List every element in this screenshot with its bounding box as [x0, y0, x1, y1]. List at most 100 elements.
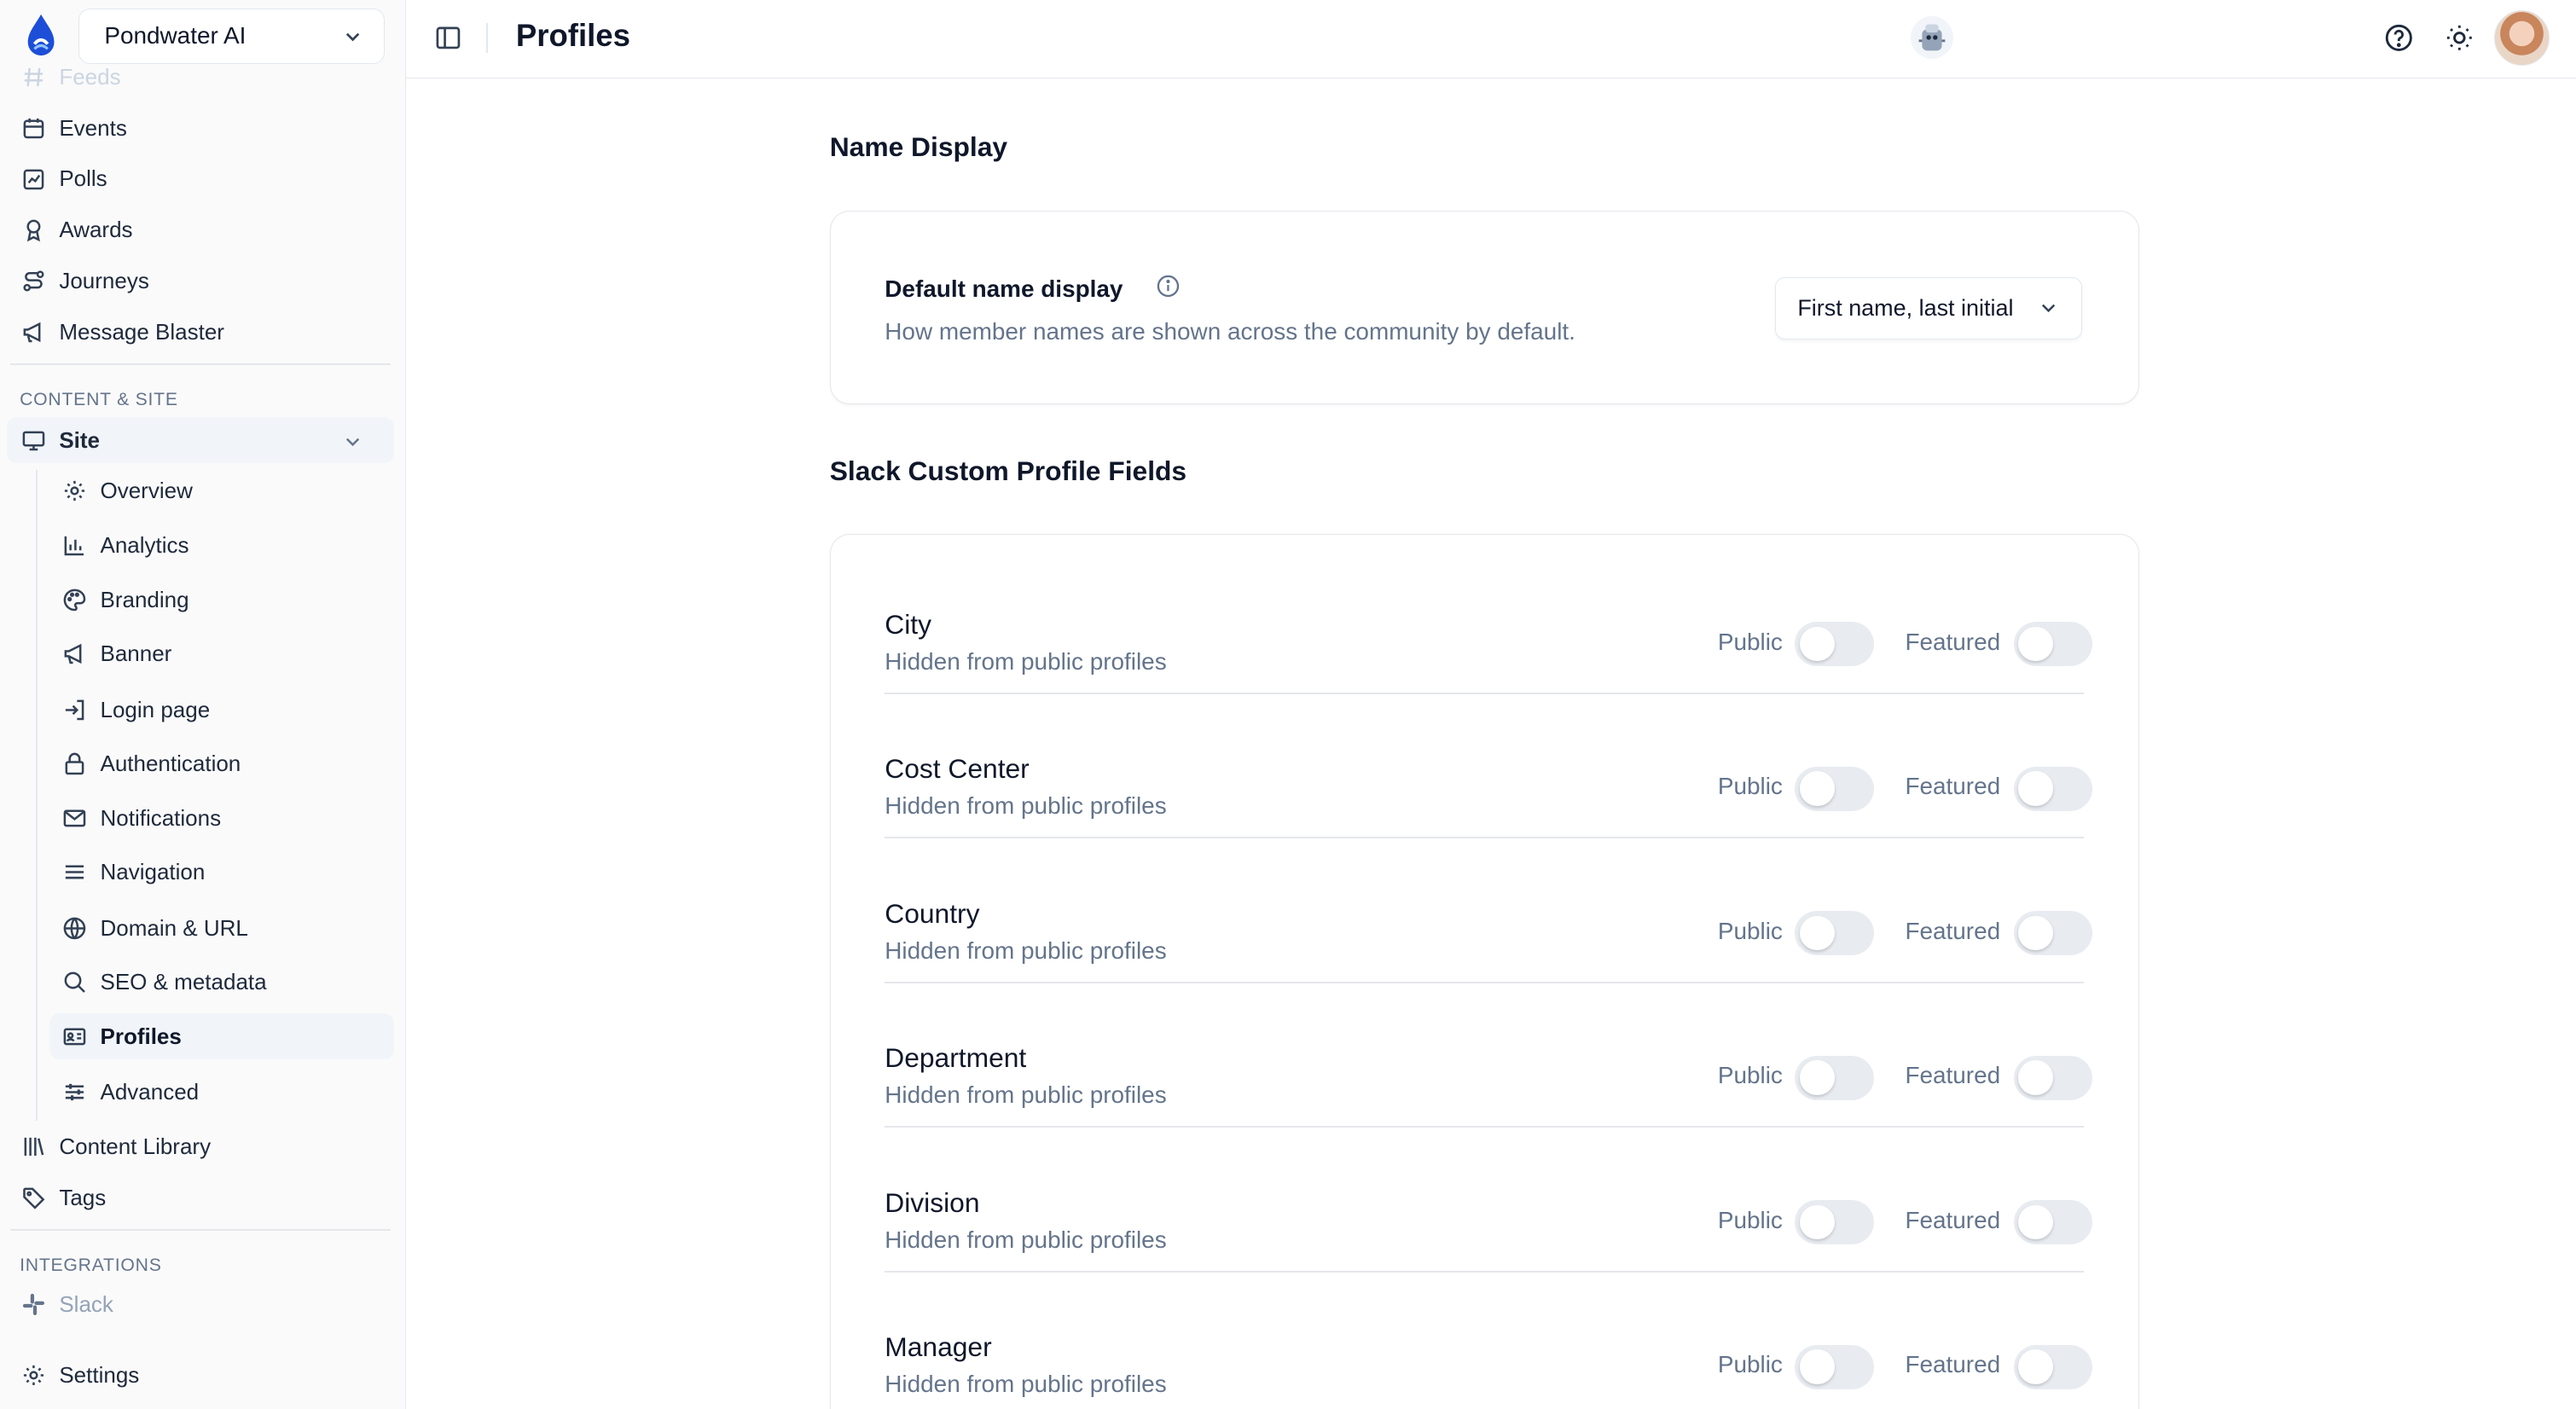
tag-icon	[21, 1186, 46, 1210]
sidebar-item-settings[interactable]: Settings	[7, 1352, 395, 1398]
sidebar-divider	[9, 362, 392, 365]
chevron-down-icon	[2039, 298, 2058, 317]
sidebar-subitem-profiles[interactable]: Profiles	[49, 1013, 395, 1060]
palette-icon	[62, 588, 87, 612]
slack-profile-fields-card: City Hidden from public profiles Public …	[829, 534, 2139, 1409]
public-label: Public	[1717, 1351, 1783, 1378]
sidebar-item-site[interactable]: Site	[6, 417, 395, 464]
sidebar-divider	[9, 1228, 392, 1231]
featured-label: Featured	[1905, 917, 2001, 944]
workspace-name: Pondwater AI	[104, 22, 247, 49]
public-toggle[interactable]	[1795, 1344, 1874, 1389]
field-description: Hidden from public profiles	[885, 936, 1167, 964]
sidebar-item-label: Message Blaster	[59, 318, 224, 345]
chevron-down-icon[interactable]	[340, 429, 365, 454]
featured-label: Featured	[1905, 1351, 2001, 1378]
public-toggle[interactable]	[1795, 622, 1874, 667]
section-title-name-display: Name Display	[829, 131, 1008, 163]
sidebar-item-tags[interactable]: Tags	[7, 1174, 395, 1221]
featured-toggle[interactable]	[2013, 622, 2093, 667]
field-name: Department	[885, 1042, 1027, 1074]
library-icon	[21, 1134, 46, 1159]
section-label-content-site: CONTENT & SITE	[20, 389, 178, 409]
name-display-card: Default name display How member names ar…	[829, 210, 2139, 404]
sidebar-subitem-notifications[interactable]: Notifications	[49, 795, 395, 841]
chevron-down-icon	[343, 26, 363, 46]
public-toggle[interactable]	[1795, 911, 1874, 956]
pondwater-logo-icon[interactable]	[21, 13, 61, 59]
public-toggle[interactable]	[1795, 1200, 1874, 1245]
sidebar-item-label: Banner	[100, 641, 172, 667]
sidebar-item-label: Feeds	[59, 64, 121, 90]
search-icon	[62, 970, 87, 994]
header-divider	[486, 22, 489, 53]
poll-icon	[21, 167, 46, 192]
field-description: Hidden from public profiles	[885, 1371, 1167, 1398]
sidebar-item-label: Awards	[59, 217, 133, 243]
featured-toggle[interactable]	[2013, 1344, 2093, 1389]
default-name-display-description: How member names are shown across the co…	[885, 317, 1575, 345]
sidebar-item-label: Authentication	[100, 751, 241, 777]
lock-icon	[62, 751, 87, 776]
profile-field-row: City Hidden from public profiles Public …	[885, 549, 2093, 694]
sidebar-subitem-analytics[interactable]: Analytics	[49, 523, 395, 569]
sidebar-item-label: Navigation	[100, 859, 206, 885]
sidebar-subitem-navigation[interactable]: Navigation	[49, 849, 395, 896]
route-icon	[21, 269, 46, 293]
sidebar-subitem-overview[interactable]: Overview	[49, 468, 395, 514]
sidebar-item-polls[interactable]: Polls	[7, 156, 395, 202]
info-icon[interactable]	[1156, 274, 1181, 299]
field-description: Hidden from public profiles	[885, 647, 1167, 675]
sidebar-subitem-authentication[interactable]: Authentication	[49, 741, 395, 787]
public-label: Public	[1717, 1206, 1783, 1233]
sidebar-item-label: Domain & URL	[100, 914, 248, 941]
page-title: Profiles	[515, 18, 630, 54]
section-label-integrations: INTEGRATIONS	[20, 1255, 162, 1275]
sidebar: Pondwater AI Feeds Events Polls Awards J…	[0, 0, 406, 1409]
sidebar-item-label: Tags	[59, 1184, 107, 1210]
public-toggle[interactable]	[1795, 1055, 1874, 1100]
featured-toggle[interactable]	[2013, 911, 2093, 956]
field-description: Hidden from public profiles	[885, 1081, 1167, 1109]
megaphone-icon	[62, 641, 87, 666]
section-title-slack-fields: Slack Custom Profile Fields	[829, 455, 1187, 486]
sidebar-item-feeds[interactable]: Feeds	[7, 55, 395, 101]
sidebar-item-label: Login page	[100, 696, 211, 722]
name-display-select[interactable]: First name, last initial	[1775, 276, 2083, 339]
mascot-icon[interactable]	[1909, 14, 1955, 61]
top-header: Profiles	[405, 0, 2576, 79]
sidebar-subitem-domain-url[interactable]: Domain & URL	[49, 905, 395, 951]
sidebar-subitem-banner[interactable]: Banner	[49, 631, 395, 677]
public-label: Public	[1717, 628, 1783, 655]
featured-toggle[interactable]	[2013, 1200, 2093, 1245]
sidebar-item-label: Analytics	[100, 531, 189, 558]
featured-toggle[interactable]	[2013, 1055, 2093, 1100]
featured-toggle[interactable]	[2013, 766, 2093, 811]
sidebar-item-message-blaster[interactable]: Message Blaster	[7, 309, 395, 355]
sidebar-subitem-login-page[interactable]: Login page	[49, 687, 395, 733]
login-icon	[62, 698, 87, 722]
sidebar-item-slack[interactable]: Slack	[7, 1281, 395, 1327]
default-name-display-label: Default name display	[885, 275, 1123, 302]
sun-icon[interactable]	[2445, 23, 2474, 53]
sidebar-item-content-library[interactable]: Content Library	[7, 1124, 395, 1170]
sidebar-item-label: Journeys	[59, 267, 149, 293]
sidebar-subitem-seo-metadata[interactable]: SEO & metadata	[49, 960, 395, 1006]
avatar[interactable]	[2493, 9, 2550, 67]
monitor-icon	[21, 428, 46, 453]
sidebar-item-label: Content Library	[59, 1133, 212, 1159]
sidebar-item-journeys[interactable]: Journeys	[7, 258, 395, 304]
gear-icon	[62, 478, 87, 503]
public-toggle[interactable]	[1795, 766, 1874, 811]
sidebar-subitem-branding[interactable]: Branding	[49, 577, 395, 623]
sidebar-item-awards[interactable]: Awards	[7, 207, 395, 253]
sidebar-item-label: SEO & metadata	[100, 969, 267, 995]
sidebar-subitem-advanced[interactable]: Advanced	[49, 1070, 395, 1116]
slack-icon	[21, 1292, 46, 1317]
sidebar-item-events[interactable]: Events	[7, 105, 395, 151]
field-name: Cost Center	[885, 753, 1030, 785]
help-icon[interactable]	[2384, 23, 2414, 53]
field-name: Division	[885, 1186, 980, 1218]
sidebar-toggle-icon[interactable]	[435, 25, 461, 51]
sidebar-item-label: Slack	[59, 1290, 113, 1317]
